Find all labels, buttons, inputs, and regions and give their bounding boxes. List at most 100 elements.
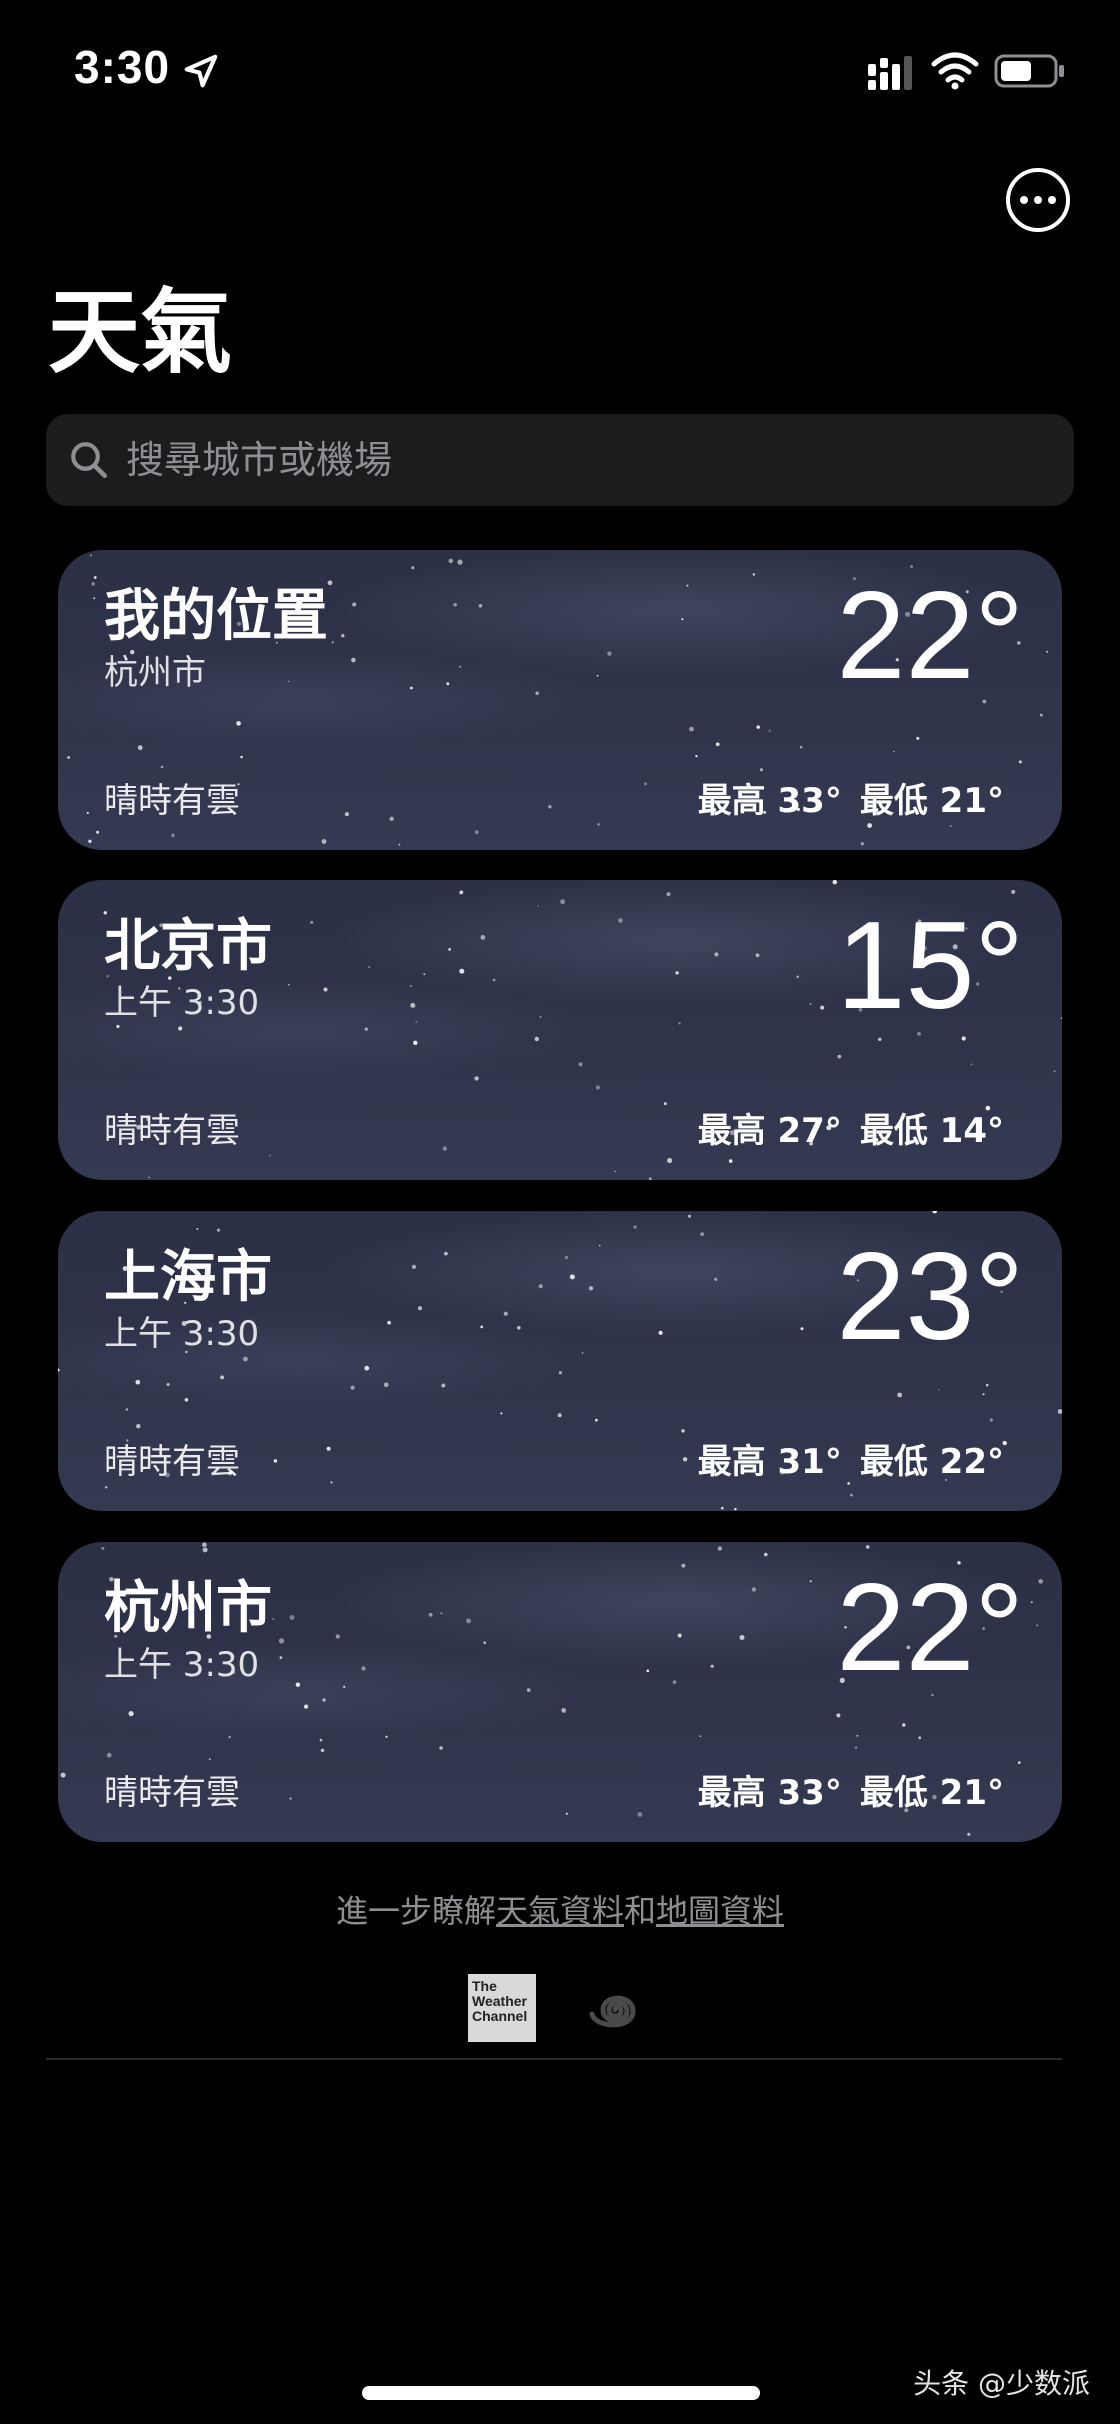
low-temperature: 最低 22° (859, 1442, 1004, 1482)
star (202, 1547, 208, 1553)
star (809, 1580, 812, 1583)
star (658, 1330, 663, 1335)
star (273, 1459, 278, 1463)
high-low: 最高 31° 最低 22° (698, 1441, 1004, 1483)
star (86, 811, 89, 814)
star (446, 682, 450, 686)
city-card-my-location[interactable]: 我的位置 杭州市 22° 晴時有雲 最高 33° 最低 21° (58, 550, 1062, 850)
star (341, 634, 345, 638)
star (856, 1734, 859, 1737)
star (60, 1772, 66, 1778)
star (137, 745, 143, 751)
star (279, 1656, 283, 1660)
city-card-beijing[interactable]: 北京市 上午 3:30 15° 晴時有雲 最高 27° 最低 14° (58, 880, 1062, 1180)
star (289, 1797, 292, 1800)
star (932, 1211, 937, 1214)
star (850, 1493, 853, 1497)
star (796, 975, 799, 979)
footer-prefix: 進一步瞭解 (335, 1892, 496, 1930)
local-time: 上午 3:30 (104, 983, 260, 1023)
star (663, 1102, 667, 1106)
star (1017, 1761, 1021, 1764)
star (304, 1704, 309, 1709)
star (1060, 1017, 1062, 1019)
weather-condition: 晴時有雲 (104, 781, 240, 821)
swirl-logo-icon[interactable] (580, 1978, 650, 2042)
star (893, 750, 895, 753)
low-temperature: 最低 14° (859, 1111, 1004, 1151)
city-name: 我的位置 (104, 584, 328, 649)
star (565, 1812, 568, 1815)
star (411, 1264, 416, 1269)
star (677, 1633, 682, 1638)
star (93, 597, 96, 600)
star (453, 603, 457, 607)
star (646, 1669, 650, 1673)
star (220, 1375, 225, 1380)
city-card-hangzhou[interactable]: 杭州市 上午 3:30 22° 晴時有雲 最高 33° 最低 21° (58, 1542, 1062, 1842)
star (548, 805, 552, 809)
star (1046, 650, 1049, 653)
star (700, 1232, 704, 1236)
more-options-button[interactable] (1006, 168, 1070, 232)
star (595, 1085, 601, 1090)
location-arrow-icon (184, 54, 218, 88)
star (88, 839, 92, 843)
star (667, 1157, 673, 1164)
star (413, 1040, 418, 1045)
star (410, 686, 413, 690)
weather-data-link[interactable]: 天氣資料 (496, 1892, 624, 1930)
star (364, 1027, 368, 1031)
ellipsis-dot (1034, 196, 1042, 204)
star (441, 1383, 446, 1388)
star (1038, 1579, 1043, 1584)
star (1030, 1601, 1033, 1604)
star (714, 1277, 718, 1281)
city-name: 杭州市 (104, 1576, 272, 1641)
star (699, 1735, 702, 1738)
weather-condition: 晴時有雲 (104, 1442, 240, 1482)
watermark: 头条 @少数派 (913, 2367, 1090, 2400)
star (483, 1641, 487, 1645)
star (681, 1563, 686, 1568)
footer-conjunction: 和 (624, 1892, 657, 1930)
search-input[interactable] (126, 438, 1026, 482)
star (344, 812, 349, 817)
star (820, 1005, 825, 1010)
star (216, 1228, 221, 1232)
search-bar[interactable] (46, 414, 1074, 506)
star (184, 1398, 189, 1402)
high-temperature: 最高 27° (697, 1111, 842, 1151)
star (343, 1685, 346, 1688)
star (607, 651, 612, 656)
star (637, 1812, 643, 1817)
star (865, 1545, 870, 1549)
weather-channel-logo[interactable]: The Weather Channel (468, 1974, 536, 2042)
local-time: 上午 3:30 (104, 1645, 260, 1685)
city-card-shanghai[interactable]: 上海市 上午 3:30 23° 晴時有雲 最高 31° 最低 22° (58, 1211, 1062, 1511)
star (720, 1506, 724, 1510)
star (178, 1026, 183, 1031)
star (448, 948, 451, 951)
star (106, 1752, 112, 1758)
city-name: 上海市 (104, 1245, 272, 1310)
star (970, 1063, 973, 1066)
star (93, 576, 97, 579)
star (560, 899, 566, 905)
star (675, 971, 679, 975)
map-data-link[interactable]: 地圖資料 (656, 1892, 784, 1930)
weather-condition: 晴時有雲 (104, 1773, 240, 1813)
star (398, 843, 401, 846)
city-name: 北京市 (104, 914, 272, 979)
star (989, 1418, 993, 1422)
star (278, 1638, 285, 1644)
weather-condition: 晴時有雲 (104, 1111, 240, 1151)
low-temperature: 最低 21° (859, 1773, 1004, 1813)
star (428, 1612, 433, 1617)
star (539, 1016, 542, 1018)
star (666, 892, 671, 897)
star (916, 736, 920, 740)
star (1036, 1624, 1038, 1627)
current-temperature: 22° (836, 567, 1024, 705)
home-indicator[interactable] (362, 2386, 760, 2400)
